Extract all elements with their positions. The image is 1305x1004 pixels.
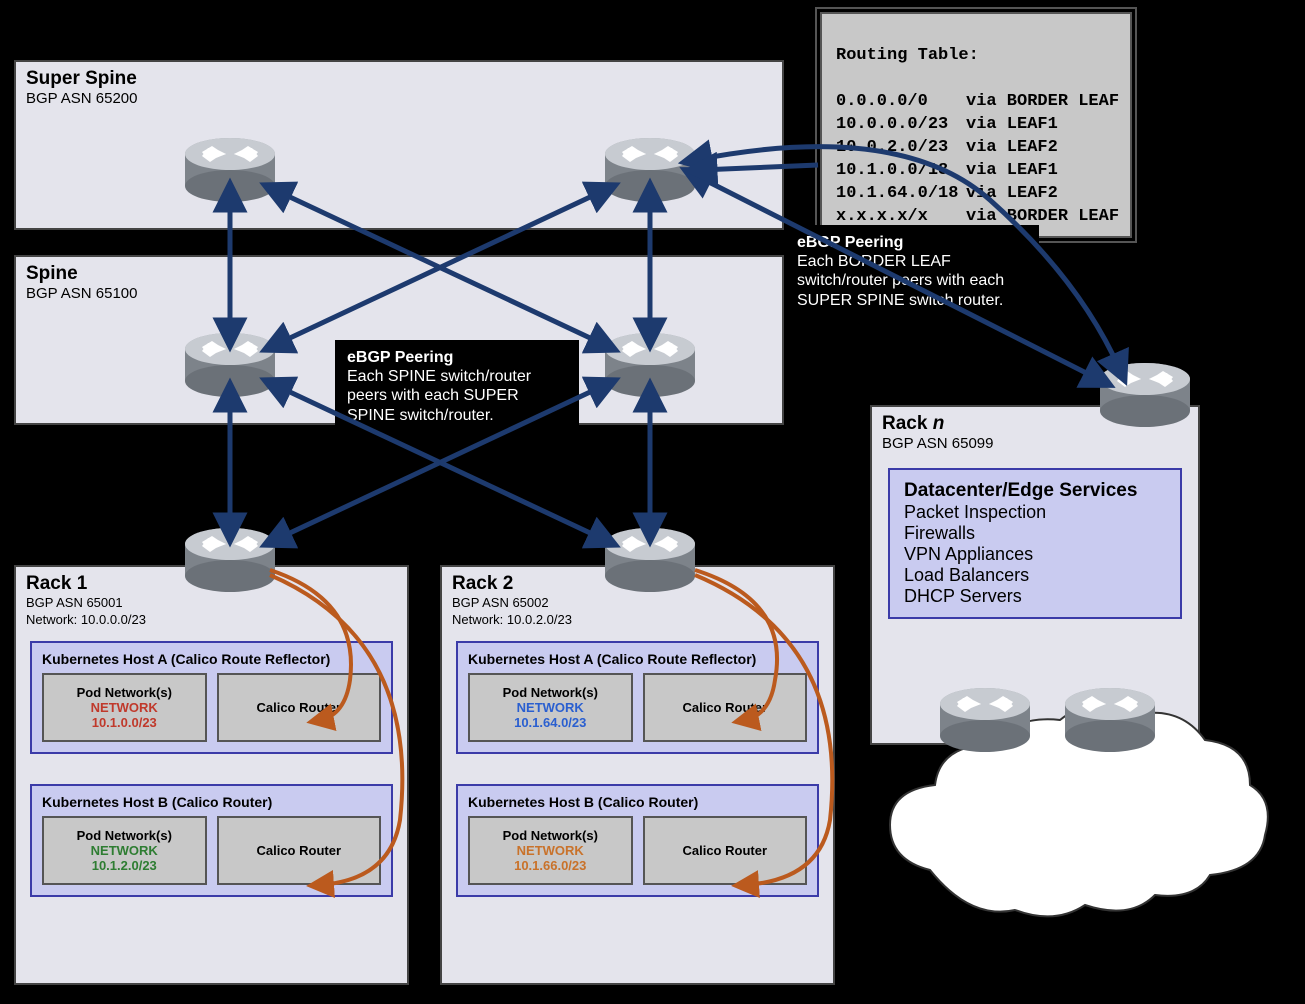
routing-row: 10.1.0.0/18via LEAF1 bbox=[836, 161, 1058, 180]
rack1-panel: Rack 1 BGP ASN 65001 Network: 10.0.0.0/2… bbox=[14, 565, 409, 985]
routing-row: 0.0.0.0/0via BORDER LEAF bbox=[836, 92, 1119, 111]
rack2-host-b-router: Calico Router bbox=[643, 816, 808, 885]
rack2-host-b-title: Kubernetes Host B (Calico Router) bbox=[468, 794, 807, 810]
rack1-host-a: Kubernetes Host A (Calico Route Reflecto… bbox=[30, 641, 393, 754]
super-spine-title: Super Spine bbox=[16, 62, 782, 90]
rack2-host-a-router: Calico Router bbox=[643, 673, 808, 742]
spine-title: Spine bbox=[16, 257, 782, 285]
super-spine-panel: Super Spine BGP ASN 65200 bbox=[14, 60, 784, 230]
cloud-label: Internet AWS Direct Connect MPLS bbox=[950, 840, 1210, 915]
rack1-network: Network: 10.0.0.0/23 bbox=[16, 612, 407, 633]
routing-row: x.x.x.x/xvia BORDER LEAF bbox=[836, 207, 1119, 226]
services-title: Datacenter/Edge Services bbox=[904, 480, 1166, 502]
service-item: Firewalls bbox=[904, 523, 1166, 544]
rack1-host-a-router: Calico Router bbox=[217, 673, 382, 742]
service-item: VPN Appliances bbox=[904, 544, 1166, 565]
rack1-host-b-title: Kubernetes Host B (Calico Router) bbox=[42, 794, 381, 810]
rack1-host-a-podnet: Pod Network(s) NETWORK 10.1.0.0/23 bbox=[42, 673, 207, 742]
spine-asn: BGP ASN 65100 bbox=[16, 285, 782, 308]
rackn-title: Rack n bbox=[872, 407, 1198, 435]
service-item: Packet Inspection bbox=[904, 502, 1166, 523]
routing-table-title: Routing Table: bbox=[836, 46, 979, 65]
rack1-host-a-title: Kubernetes Host A (Calico Route Reflecto… bbox=[42, 651, 381, 667]
rack2-host-a-title: Kubernetes Host A (Calico Route Reflecto… bbox=[468, 651, 807, 667]
rack2-host-a: Kubernetes Host A (Calico Route Reflecto… bbox=[456, 641, 819, 754]
callout-spine: eBGP Peering Each SPINE switch/router pe… bbox=[335, 340, 579, 433]
rack1-host-b-router: Calico Router bbox=[217, 816, 382, 885]
routing-row: 10.0.2.0/23via LEAF2 bbox=[836, 138, 1058, 157]
routing-table: Routing Table: 0.0.0.0/0via BORDER LEAF … bbox=[820, 12, 1132, 238]
rackn-panel: Rack n BGP ASN 65099 Datacenter/Edge Ser… bbox=[870, 405, 1200, 745]
rack2-host-a-podnet: Pod Network(s) NETWORK 10.1.64.0/23 bbox=[468, 673, 633, 742]
rack1-host-b: Kubernetes Host B (Calico Router) Pod Ne… bbox=[30, 784, 393, 897]
routing-row: 10.0.0.0/23via LEAF1 bbox=[836, 115, 1058, 134]
super-spine-asn: BGP ASN 65200 bbox=[16, 90, 782, 113]
routing-row: 10.1.64.0/18via LEAF2 bbox=[836, 184, 1058, 203]
rack2-network: Network: 10.0.2.0/23 bbox=[442, 612, 833, 633]
rack2-panel: Rack 2 BGP ASN 65002 Network: 10.0.2.0/2… bbox=[440, 565, 835, 985]
rack1-title: Rack 1 bbox=[16, 567, 407, 595]
rack2-title: Rack 2 bbox=[442, 567, 833, 595]
rack2-host-b-podnet: Pod Network(s) NETWORK 10.1.66.0/23 bbox=[468, 816, 633, 885]
service-item: Load Balancers bbox=[904, 565, 1166, 586]
rack2-host-b: Kubernetes Host B (Calico Router) Pod Ne… bbox=[456, 784, 819, 897]
rack1-host-b-podnet: Pod Network(s) NETWORK 10.1.2.0/23 bbox=[42, 816, 207, 885]
rackn-asn: BGP ASN 65099 bbox=[872, 435, 1198, 458]
service-item: DHCP Servers bbox=[904, 586, 1166, 607]
callout-border-leaf: eBGP Peering Each BORDER LEAF switch/rou… bbox=[785, 225, 1039, 318]
edge-services-box: Datacenter/Edge Services Packet Inspecti… bbox=[888, 468, 1182, 619]
